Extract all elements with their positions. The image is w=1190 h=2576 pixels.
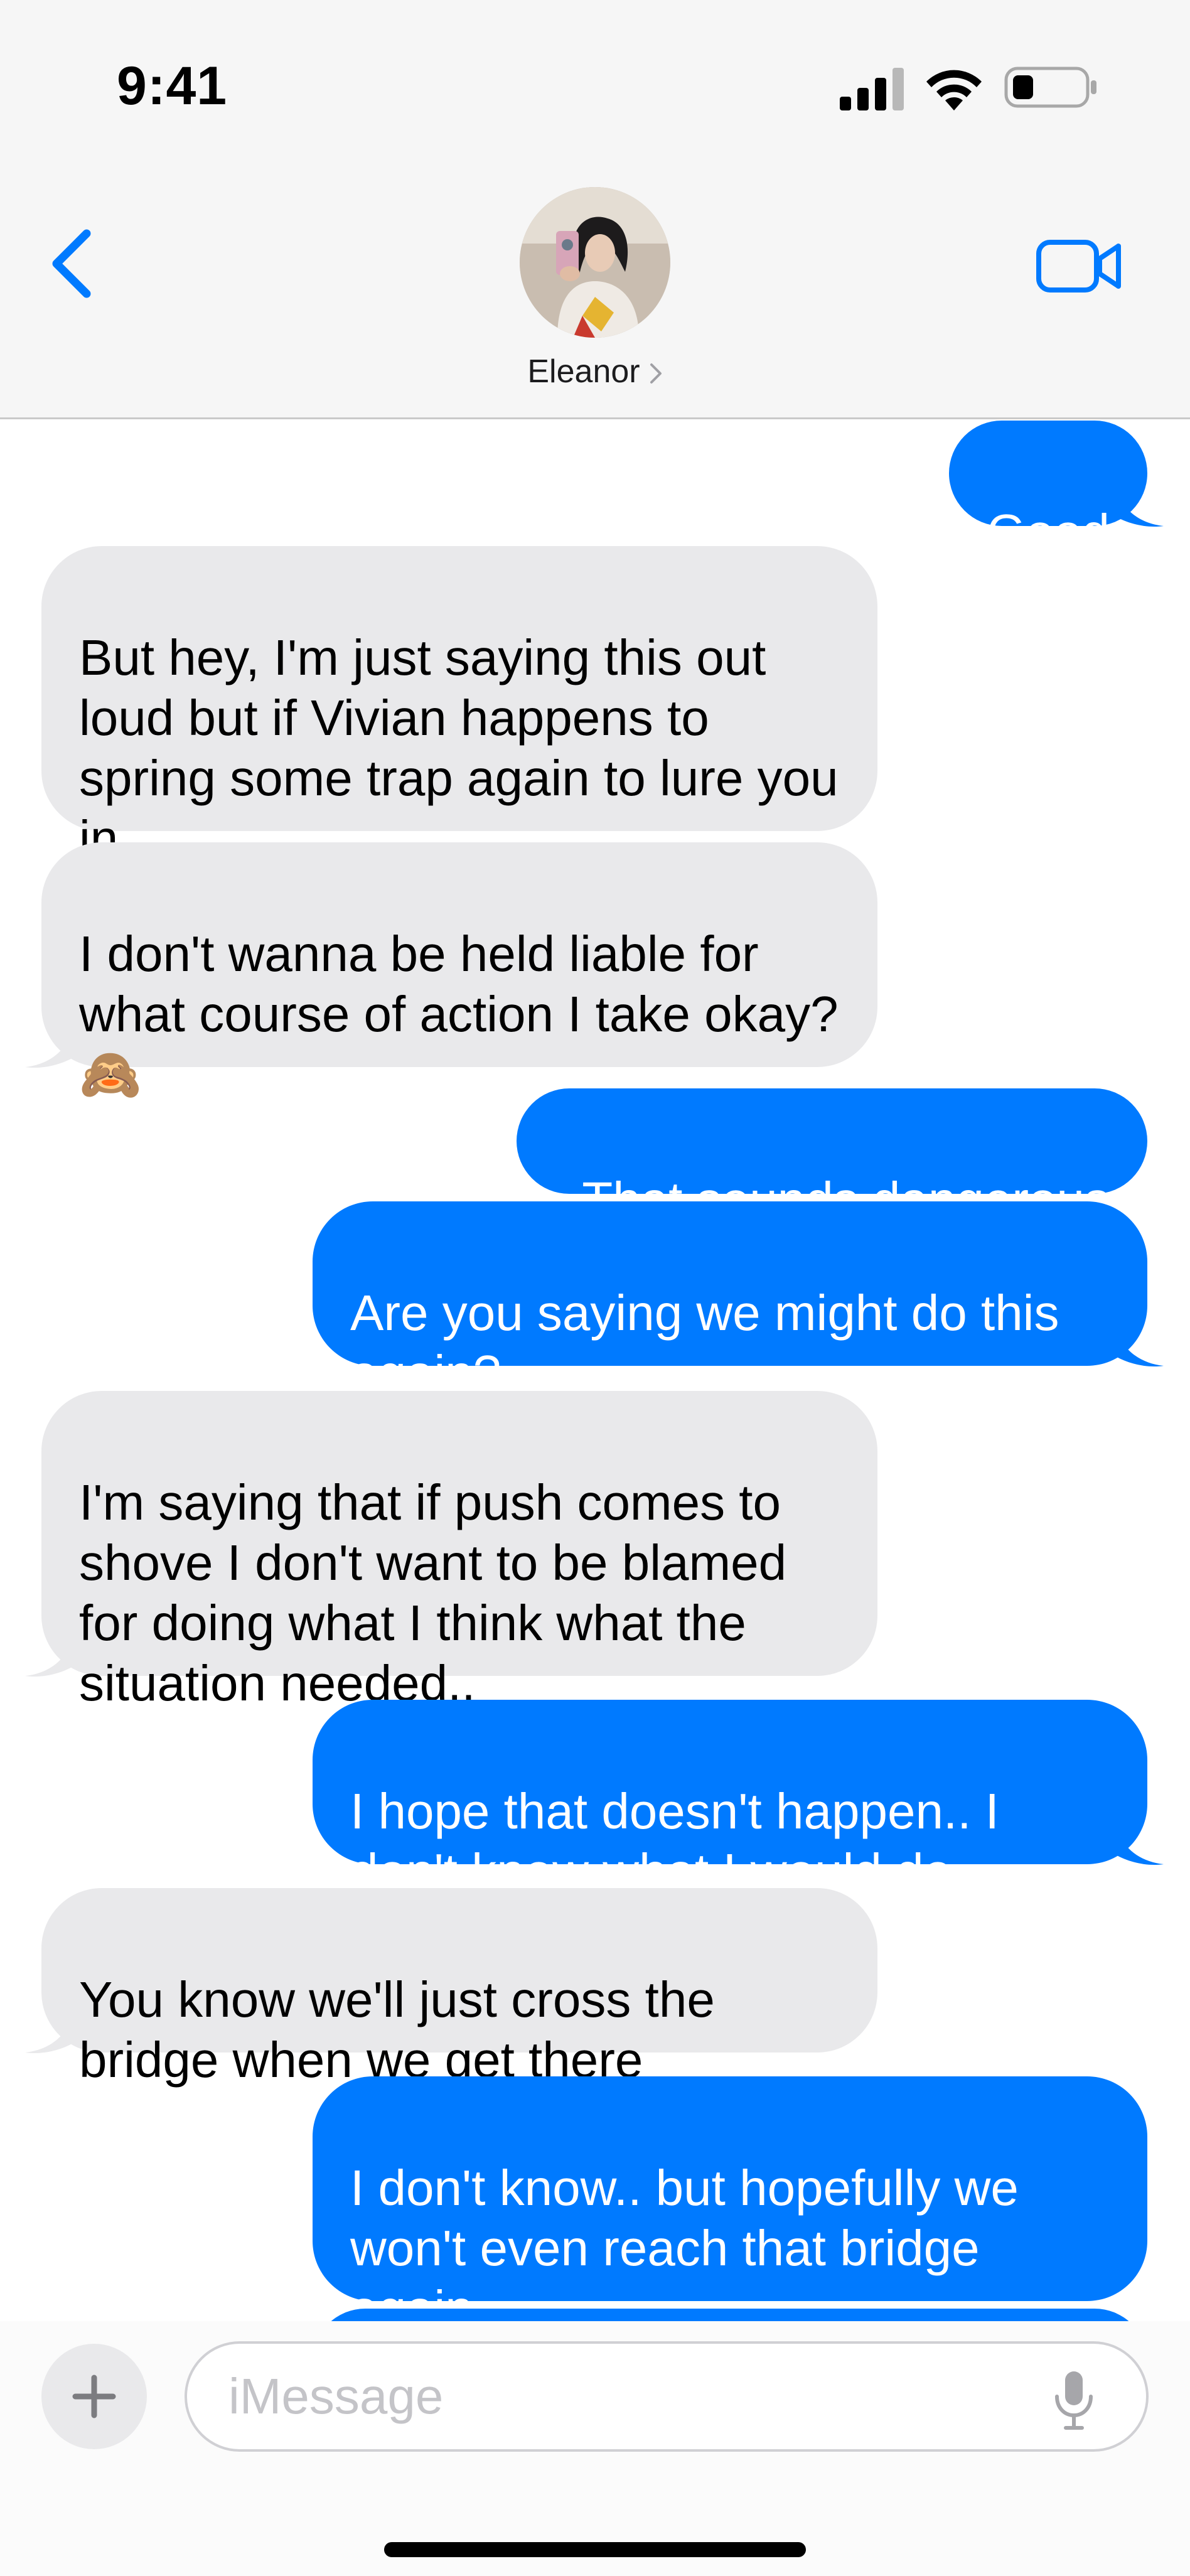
- chevron-left-icon: [52, 229, 91, 298]
- home-indicator: [384, 2542, 806, 2557]
- message-text: I'm saying that if push comes to shove I…: [79, 1474, 787, 1711]
- message-text: You know we'll just cross the bridge whe…: [79, 1972, 715, 2088]
- message-thread[interactable]: Good But hey, I'm just saying this out l…: [0, 419, 1190, 2321]
- plus-button[interactable]: [41, 2344, 147, 2449]
- message-text: But hey, I'm just saying this out loud b…: [79, 630, 839, 866]
- plus-icon: [72, 2375, 116, 2418]
- status-time: 9:41: [117, 56, 228, 116]
- battery-icon: [1004, 67, 1096, 108]
- message-text: I don't know.. but hopefully we won't ev…: [350, 2160, 1019, 2321]
- bubble-tail: [1115, 1324, 1164, 1367]
- back-button[interactable]: [45, 226, 102, 301]
- microphone-icon: [1055, 2371, 1093, 2430]
- sent-message-bubble[interactable]: ..That sounds dangerous: [516, 1088, 1147, 1228]
- sent-message-bubble[interactable]: I don't know.. but hopefully we won't ev…: [313, 2076, 1147, 2321]
- bubble-tail: [1115, 1823, 1164, 1865]
- received-message-bubble[interactable]: I'm saying that if push comes to shove I…: [25, 1391, 877, 1711]
- message-text: Are you saying we might do this again?: [350, 1285, 1059, 1401]
- imessage-input[interactable]: [185, 2341, 1149, 2452]
- message-text: Good: [987, 504, 1110, 560]
- video-camera-icon: [1036, 240, 1121, 292]
- message-text: I don't wanna be held liable for what co…: [79, 926, 839, 1102]
- cellular-signal-icon: [840, 68, 904, 110]
- bubble-tail: [25, 2011, 74, 2054]
- contact-avatar[interactable]: [520, 187, 670, 338]
- received-message-bubble[interactable]: I don't wanna be held liable for what co…: [25, 842, 877, 1102]
- contact-name-button[interactable]: Eleanor: [0, 353, 1190, 390]
- sent-message-bubble[interactable]: Good: [949, 421, 1164, 560]
- sent-message-bubble[interactable]: Are you saying we might do this again?: [313, 1201, 1164, 1401]
- header: 9:41 Eleanor: [0, 0, 1190, 419]
- contact-name: Eleanor: [527, 353, 640, 390]
- composer-bar: [0, 2321, 1190, 2576]
- bubble-tail: [1115, 485, 1164, 527]
- video-call-button[interactable]: [1036, 236, 1123, 296]
- received-message-bubble[interactable]: But hey, I'm just saying this out loud b…: [41, 546, 877, 866]
- bubble-tail: [25, 1026, 74, 1068]
- avatar-photo: [520, 187, 670, 338]
- chevron-right-icon: [650, 363, 662, 384]
- message-text: I hope that doesn't happen.. I don't kno…: [350, 1783, 999, 1899]
- sent-message-bubble[interactable]: I hope that doesn't happen.. I don't kno…: [313, 1700, 1164, 1899]
- bubble-tail: [25, 1634, 74, 1677]
- sent-message-bubble-partial[interactable]: [313, 2309, 1147, 2321]
- microphone-button[interactable]: [1052, 2369, 1096, 2432]
- wifi-icon: [926, 70, 982, 110]
- received-message-bubble[interactable]: You know we'll just cross the bridge whe…: [25, 1888, 877, 2088]
